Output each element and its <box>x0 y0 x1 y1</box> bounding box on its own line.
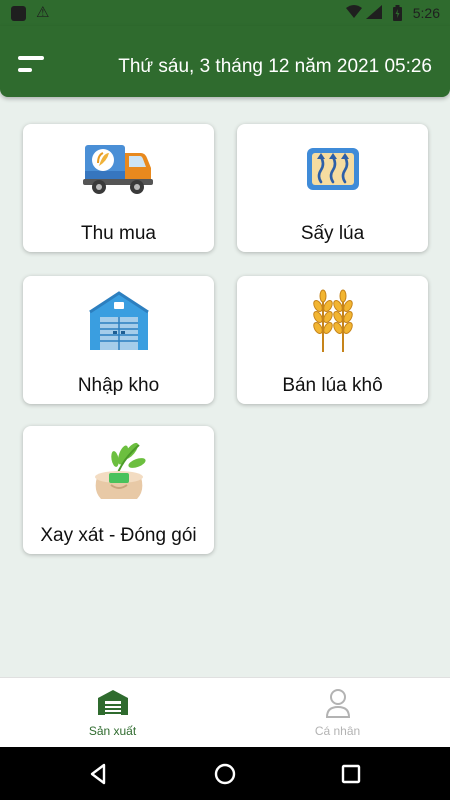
menu-card-label: Sấy lúa <box>300 223 365 244</box>
menu-card-ban-lua-kho[interactable]: Bán lúa khô <box>237 276 428 404</box>
menu-card-label: Bán lúa khô <box>282 375 383 396</box>
wifi-icon <box>346 5 362 18</box>
truck-icon <box>23 134 214 204</box>
nav-tab-san-xuat[interactable]: Sản xuất <box>0 678 225 748</box>
battery-icon <box>393 5 402 21</box>
recents-icon[interactable] <box>338 761 364 787</box>
nav-tab-label: Sản xuất <box>88 724 137 738</box>
header-date: Thứ sáu, 3 tháng 12 năm 2021 05:26 <box>118 56 432 77</box>
warning-icon: ⚠ <box>36 4 50 21</box>
status-time: 5:26 <box>412 5 440 21</box>
app-notification-icon <box>11 6 26 21</box>
menu-card-say-lua[interactable]: Sấy lúa <box>237 124 428 252</box>
signal-icon <box>366 5 382 19</box>
status-bar: ⚠ 5:26 <box>0 0 450 26</box>
header-bar: Thứ sáu, 3 tháng 12 năm 2021 05:26 <box>0 26 450 97</box>
nav-tab-ca-nhan[interactable]: Cá nhân <box>225 678 450 748</box>
menu-card-label: Nhập kho <box>77 375 160 396</box>
home-icon[interactable] <box>212 761 238 787</box>
menu-card-thu-mua[interactable]: Thu mua <box>23 124 214 252</box>
menu-card-label: Thu mua <box>81 223 156 244</box>
nav-tab-label: Cá nhân <box>314 724 361 738</box>
menu-card-xay-xat-dong-goi[interactable]: Xay xát - Đóng gói <box>23 426 214 554</box>
system-navigation-bar <box>0 747 450 800</box>
back-icon[interactable] <box>86 761 112 787</box>
warehouse-nav-icon <box>0 688 225 718</box>
rice-stalks-icon <box>237 286 428 356</box>
menu-card-nhap-kho[interactable]: Nhập kho <box>23 276 214 404</box>
warehouse-icon <box>23 286 214 356</box>
bottom-navigation: Sản xuất Cá nhân <box>0 677 450 747</box>
menu-card-label: Xay xát - Đóng gói <box>40 525 197 546</box>
person-icon <box>225 688 450 718</box>
menu-icon[interactable] <box>14 54 48 78</box>
heat-dryer-icon <box>237 134 428 204</box>
rice-sack-icon <box>23 436 214 506</box>
